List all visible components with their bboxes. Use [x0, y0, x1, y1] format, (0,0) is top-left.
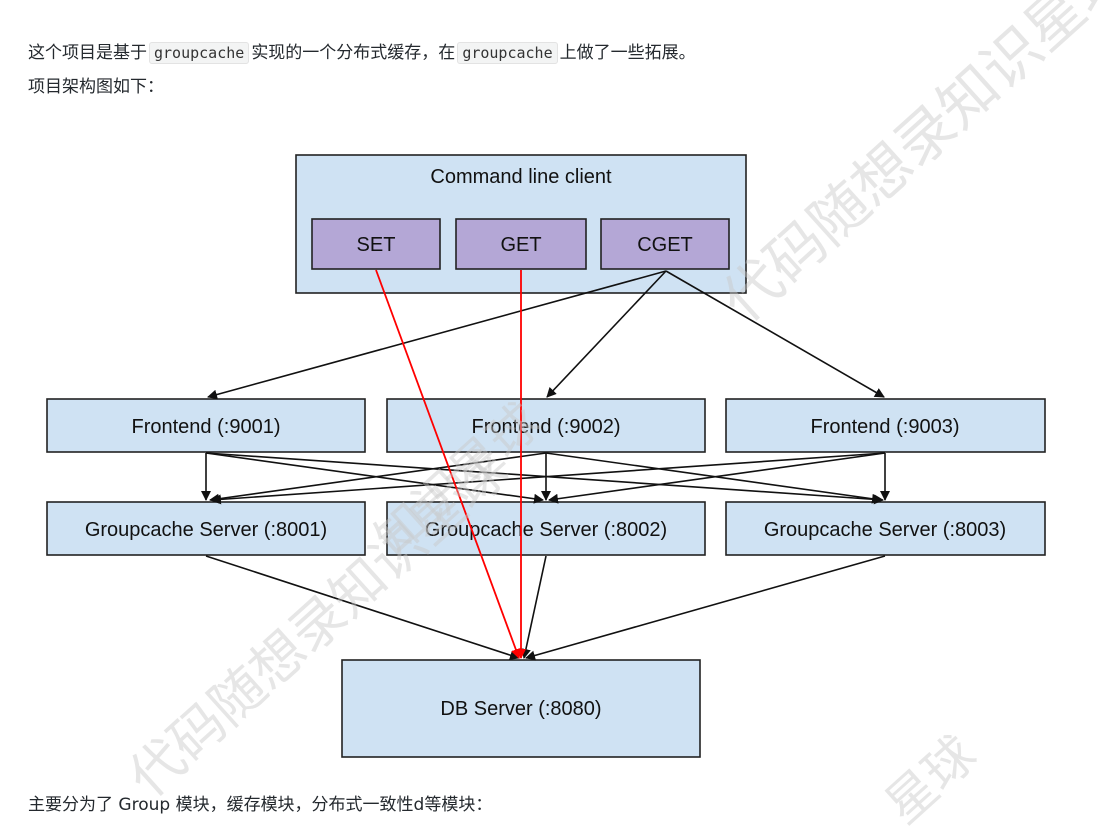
modules-paragraph: 主要分为了 Group 模块，缓存模块，分布式一致性d等模块： — [28, 795, 493, 815]
architecture-diagram: Command line client SET GET CGET Fronten… — [46, 0, 1100, 826]
cget-command-label: CGET — [637, 234, 693, 256]
get-command-label: GET — [500, 234, 541, 256]
groupcache-server-8003-label: Groupcache Server (:8003) — [764, 519, 1006, 541]
command-line-client-title: Command line client — [430, 166, 612, 188]
edge-g8002-db — [521, 555, 547, 659]
set-command-label: SET — [357, 234, 396, 256]
watermark-text-2: 代码随想录知识星球 — [709, 0, 1100, 335]
watermark-text-4: 星球 — [874, 725, 987, 826]
edge-g8003-db — [525, 555, 886, 661]
frontend-9001-label: Frontend (:9001) — [132, 416, 281, 438]
groupcache-server-8001-label: Groupcache Server (:8001) — [85, 519, 327, 541]
db-server-label: DB Server (:8080) — [440, 698, 601, 720]
frontend-9003-label: Frontend (:9003) — [811, 416, 960, 438]
